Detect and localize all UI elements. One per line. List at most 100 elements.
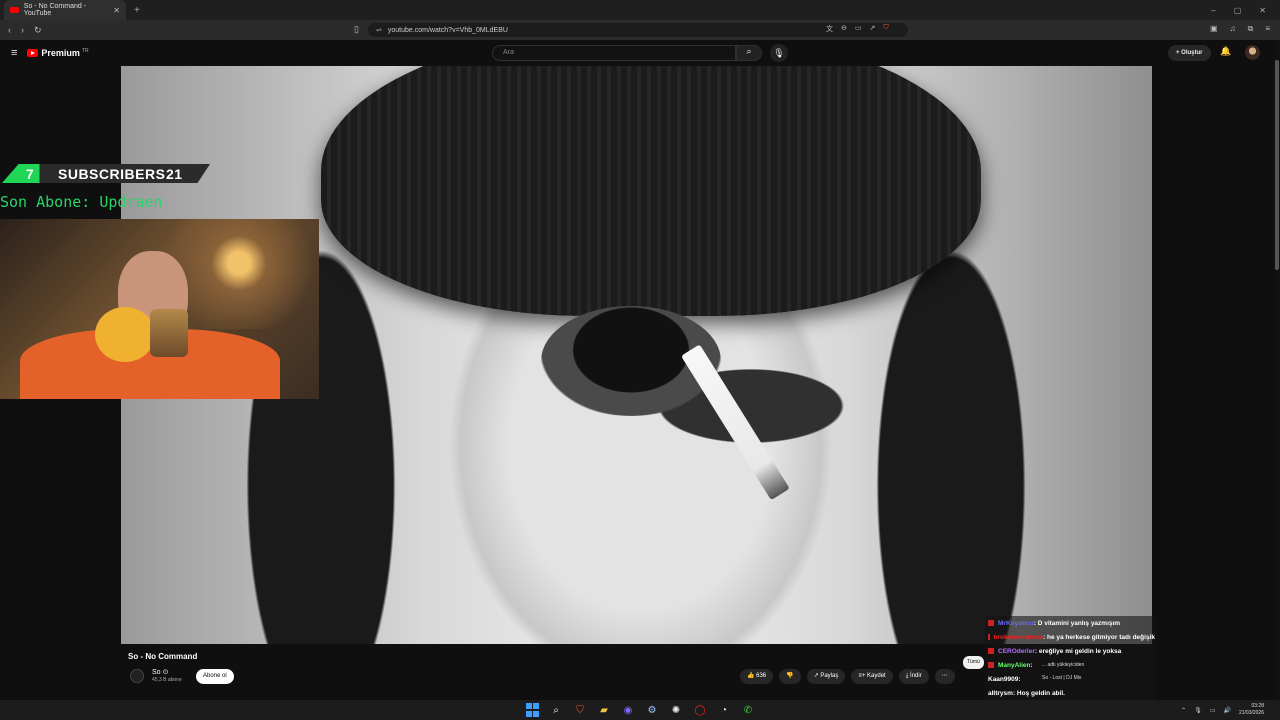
tray-network-icon[interactable]: ▭ — [1210, 707, 1216, 714]
translate-icon[interactable]: 文 — [826, 24, 833, 34]
file-explorer-icon[interactable]: ▰ — [597, 703, 611, 717]
browser-toolbar-right: ▣ ♫ ⧉ ≡ — [1210, 24, 1270, 34]
chatgpt-icon[interactable]: ✺ — [669, 703, 683, 717]
back-icon[interactable]: ‹ — [8, 25, 11, 36]
chat-username: aIltrysm — [988, 689, 1013, 697]
page-scrollbar[interactable] — [1274, 40, 1280, 700]
share-button[interactable]: ↗ Paylaş — [806, 669, 846, 684]
url-tools: 文 ⊖ ▭ ↗ ⛉ — [826, 24, 889, 34]
subscriber-goal-banner: 7 SUBSCRIBERS 21 — [2, 164, 210, 183]
search-input[interactable]: Ara — [492, 45, 736, 61]
chat-username: MrKoyuncu — [998, 619, 1034, 627]
chat-text: : Hoş geldin abil. — [1012, 689, 1065, 697]
reload-icon[interactable]: ↻ — [34, 25, 42, 36]
channel-name[interactable]: So ⊙ — [152, 668, 168, 676]
close-window-icon[interactable]: ✕ — [1259, 6, 1266, 15]
chat-text: : — [1030, 661, 1033, 669]
address-bar: ‹ › ↻ ▯ ⇌ youtube.com/watch?v=Vhb_0MLdEB… — [0, 20, 1280, 40]
tray-mic-icon[interactable]: 🎙 — [1194, 707, 1202, 714]
logo-label: Premium — [41, 48, 80, 58]
last-subscriber-text: Son Abone: Updraen — [0, 193, 163, 211]
zoom-icon[interactable]: ⊖ — [841, 24, 847, 34]
chat-username: Kaan9909 — [988, 675, 1019, 683]
whatsapp-icon[interactable]: ✆ — [741, 703, 755, 717]
subs-current: 7 — [25, 165, 35, 182]
video-hat-shape — [321, 66, 981, 316]
chat-username: CEROderler — [998, 647, 1035, 655]
filter-chip-all[interactable]: Tümü — [963, 656, 984, 669]
tray-volume-icon[interactable]: 🔊 — [1223, 707, 1230, 714]
subs-label: SUBSCRIBERS — [58, 165, 166, 182]
tab-title: So - No Command - YouTube — [23, 3, 87, 17]
channel-avatar[interactable] — [130, 669, 144, 683]
media-icon[interactable]: ♫ — [1230, 24, 1236, 34]
subscribe-button[interactable]: Abone ol — [196, 669, 234, 684]
chat-badge-icon — [988, 648, 994, 654]
windows-start-icon[interactable] — [525, 703, 539, 717]
share-icon[interactable]: ↗ — [870, 24, 876, 34]
youtube-play-icon — [27, 49, 39, 57]
hamburger-menu-icon[interactable]: ≡ — [11, 47, 17, 59]
browser-menu-icon[interactable]: ≡ — [1265, 24, 1270, 34]
more-actions-button[interactable]: ⋯ — [934, 669, 955, 684]
minimize-icon[interactable]: – — [1211, 6, 1215, 15]
tray-chevron-icon[interactable]: ⌃ — [1181, 707, 1186, 714]
brave-browser-icon[interactable]: ⛉ — [573, 703, 587, 717]
browser-tab-bar: So - No Command - YouTube ✕ + – ▢ ✕ — [0, 0, 1280, 20]
chat-message: MrKoyuncu: D vitamini yanlış yazmışım — [985, 616, 1155, 630]
streamer-webcam — [0, 219, 319, 399]
webcam-pillow-shape — [95, 307, 155, 362]
notifications-bell-icon[interactable]: 🔔 — [1220, 46, 1231, 57]
discord-icon[interactable]: ◉ — [621, 703, 635, 717]
chat-badge-icon — [988, 662, 994, 668]
download-button[interactable]: ⤓ İndir — [898, 669, 929, 684]
voice-search-button[interactable]: 🎙 — [770, 44, 788, 62]
sidebar-icon[interactable]: ▣ — [1210, 24, 1218, 34]
chat-text: : — [1018, 675, 1021, 683]
microphone-icon: 🎙 — [773, 48, 785, 58]
save-button[interactable]: ≡+ Kaydet — [851, 669, 893, 684]
chat-badge-icon — [988, 634, 990, 640]
user-avatar[interactable] — [1245, 45, 1260, 60]
system-tray: ⌃ 🎙 ▭ 🔊 03:28 21/03/2026 — [1181, 703, 1264, 717]
bookmark-icon[interactable]: ▯ — [354, 24, 359, 35]
close-tab-icon[interactable]: ✕ — [113, 6, 120, 15]
mix-subtitle: ... adlı yükleyiciden — [1042, 662, 1085, 668]
playlist-mix-suggestion[interactable]: ... adlı yükleyiciden So - Lost | DJ Mix — [1042, 662, 1084, 681]
channel-subscriber-count: 45,3 B abone — [152, 677, 182, 683]
new-tab-button[interactable]: + — [134, 5, 140, 16]
chat-text: : he ya herkese gitmiyor tadı değişik — [1043, 633, 1155, 641]
opera-icon[interactable]: ◯ — [693, 703, 707, 717]
chat-username: brokennerpross — [993, 633, 1044, 641]
youtube-logo[interactable]: Premium TR — [27, 48, 89, 58]
forward-icon[interactable]: › — [21, 25, 24, 36]
taskbar-search-icon[interactable]: ⌕ — [549, 703, 563, 717]
video-title: So - No Command — [128, 652, 198, 661]
taskbar-clock[interactable]: 03:28 21/03/2026 — [1239, 703, 1264, 717]
video-actions: 👍 636 👎 ↗ Paylaş ≡+ Kaydet ⤓ İndir ⋯ — [740, 669, 955, 684]
chat-text: : D vitamini yanlış yazmışım — [1033, 619, 1121, 627]
window-controls: – ▢ ✕ — [1211, 6, 1280, 15]
site-info-icon[interactable]: ⇌ — [376, 26, 382, 34]
chat-message: brokennerpross: he ya herkese gitmiyor t… — [985, 630, 1155, 644]
search-button[interactable]: ⌕ — [736, 45, 762, 61]
create-button[interactable]: + Oluştur — [1168, 45, 1211, 61]
search-icon: ⌕ — [746, 46, 752, 56]
clock-time: 03:28 — [1251, 703, 1264, 709]
mix-title: So - Lost | DJ Mix — [1042, 675, 1082, 681]
dislike-button[interactable]: 👎 — [779, 669, 801, 684]
extensions-icon[interactable]: ⧉ — [1248, 24, 1254, 34]
maximize-icon[interactable]: ▢ — [1234, 6, 1242, 15]
like-button[interactable]: 👍 636 — [740, 669, 774, 684]
brave-shield-icon[interactable]: ⛉ — [883, 24, 888, 34]
youtube-favicon-icon — [10, 7, 19, 13]
logo-region: TR — [81, 48, 89, 54]
scrollbar-thumb[interactable] — [1275, 60, 1279, 270]
screenshot-icon[interactable]: ▭ — [855, 24, 862, 34]
webcam-glass-shape — [150, 309, 188, 357]
steam-icon[interactable]: ⚙ — [645, 703, 659, 717]
obs-icon[interactable]: ◔ — [717, 703, 731, 717]
browser-tab[interactable]: So - No Command - YouTube ✕ — [4, 0, 126, 20]
windows-taskbar: ⌕ ⛉ ▰ ◉ ⚙ ✺ ◯ ◔ ✆ ⌃ 🎙 ▭ 🔊 03:28 21/03/20… — [0, 700, 1280, 720]
stream-chat-overlay: MrKoyuncu: D vitamini yanlış yazmışım br… — [985, 616, 1155, 700]
